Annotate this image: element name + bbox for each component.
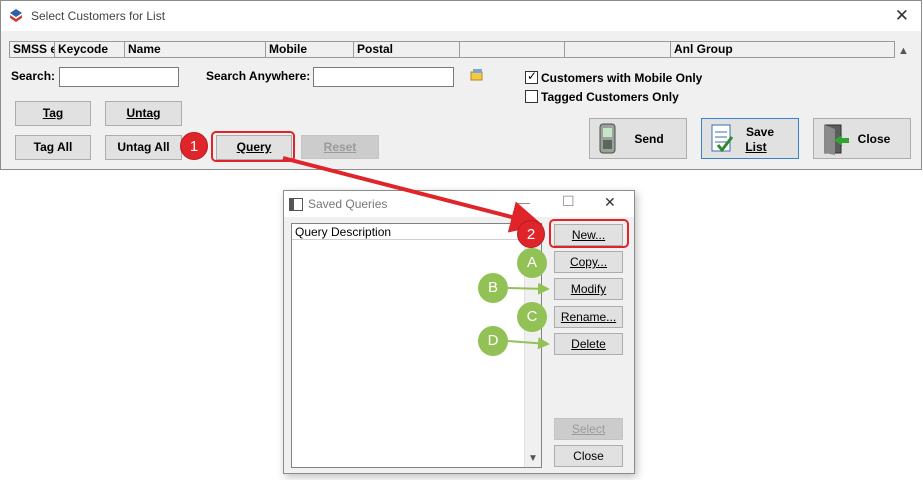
green-arrow-b [507, 282, 550, 295]
step-2-marker: 2 [517, 220, 545, 248]
marker-c: C [517, 302, 547, 332]
step-1-marker: 1 [180, 132, 208, 160]
marker-a: A [517, 248, 547, 278]
red-arrow [282, 156, 543, 233]
new-highlight-box [549, 219, 629, 248]
annotation-arrows [282, 156, 550, 350]
green-arrow-d [507, 337, 550, 350]
marker-b: B [478, 273, 508, 303]
marker-d: D [478, 326, 508, 356]
query-highlight-box [211, 131, 295, 162]
